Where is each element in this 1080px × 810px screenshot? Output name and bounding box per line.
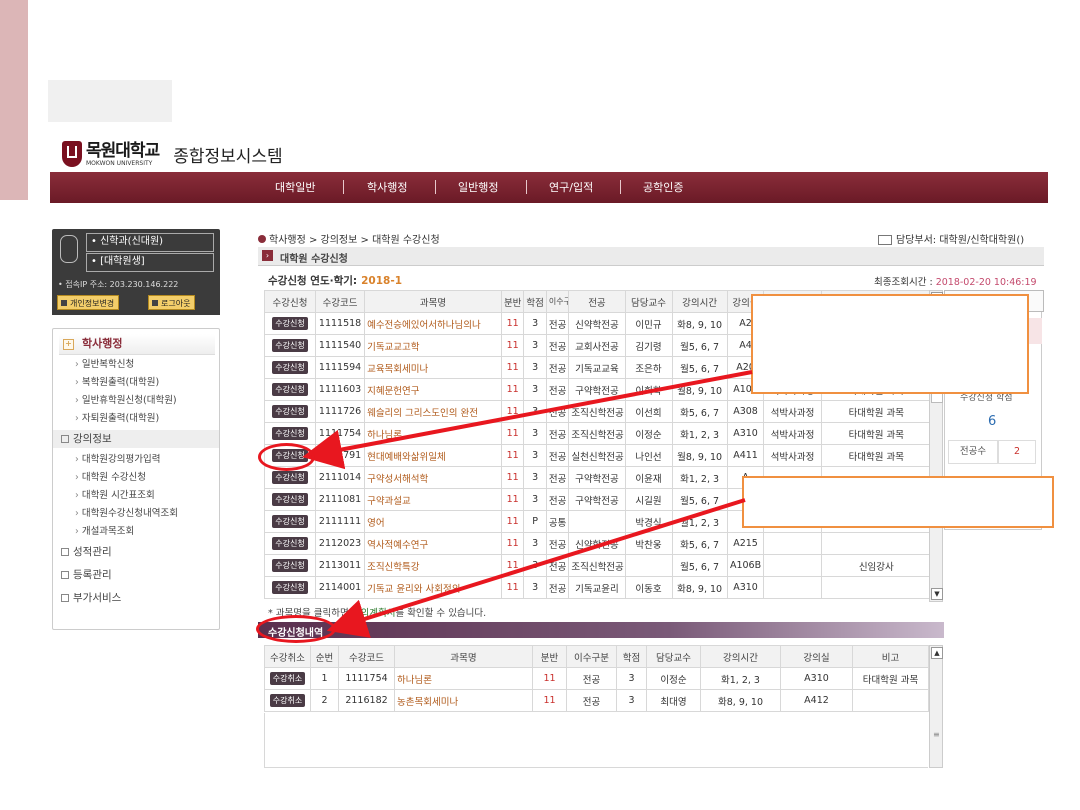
arrow-to-request-button (302, 370, 753, 470)
annotation-arrows (302, 370, 753, 638)
arrow-to-enrollment-section (326, 498, 746, 638)
highlight-circle (258, 443, 315, 471)
highlight-circle (256, 615, 336, 643)
